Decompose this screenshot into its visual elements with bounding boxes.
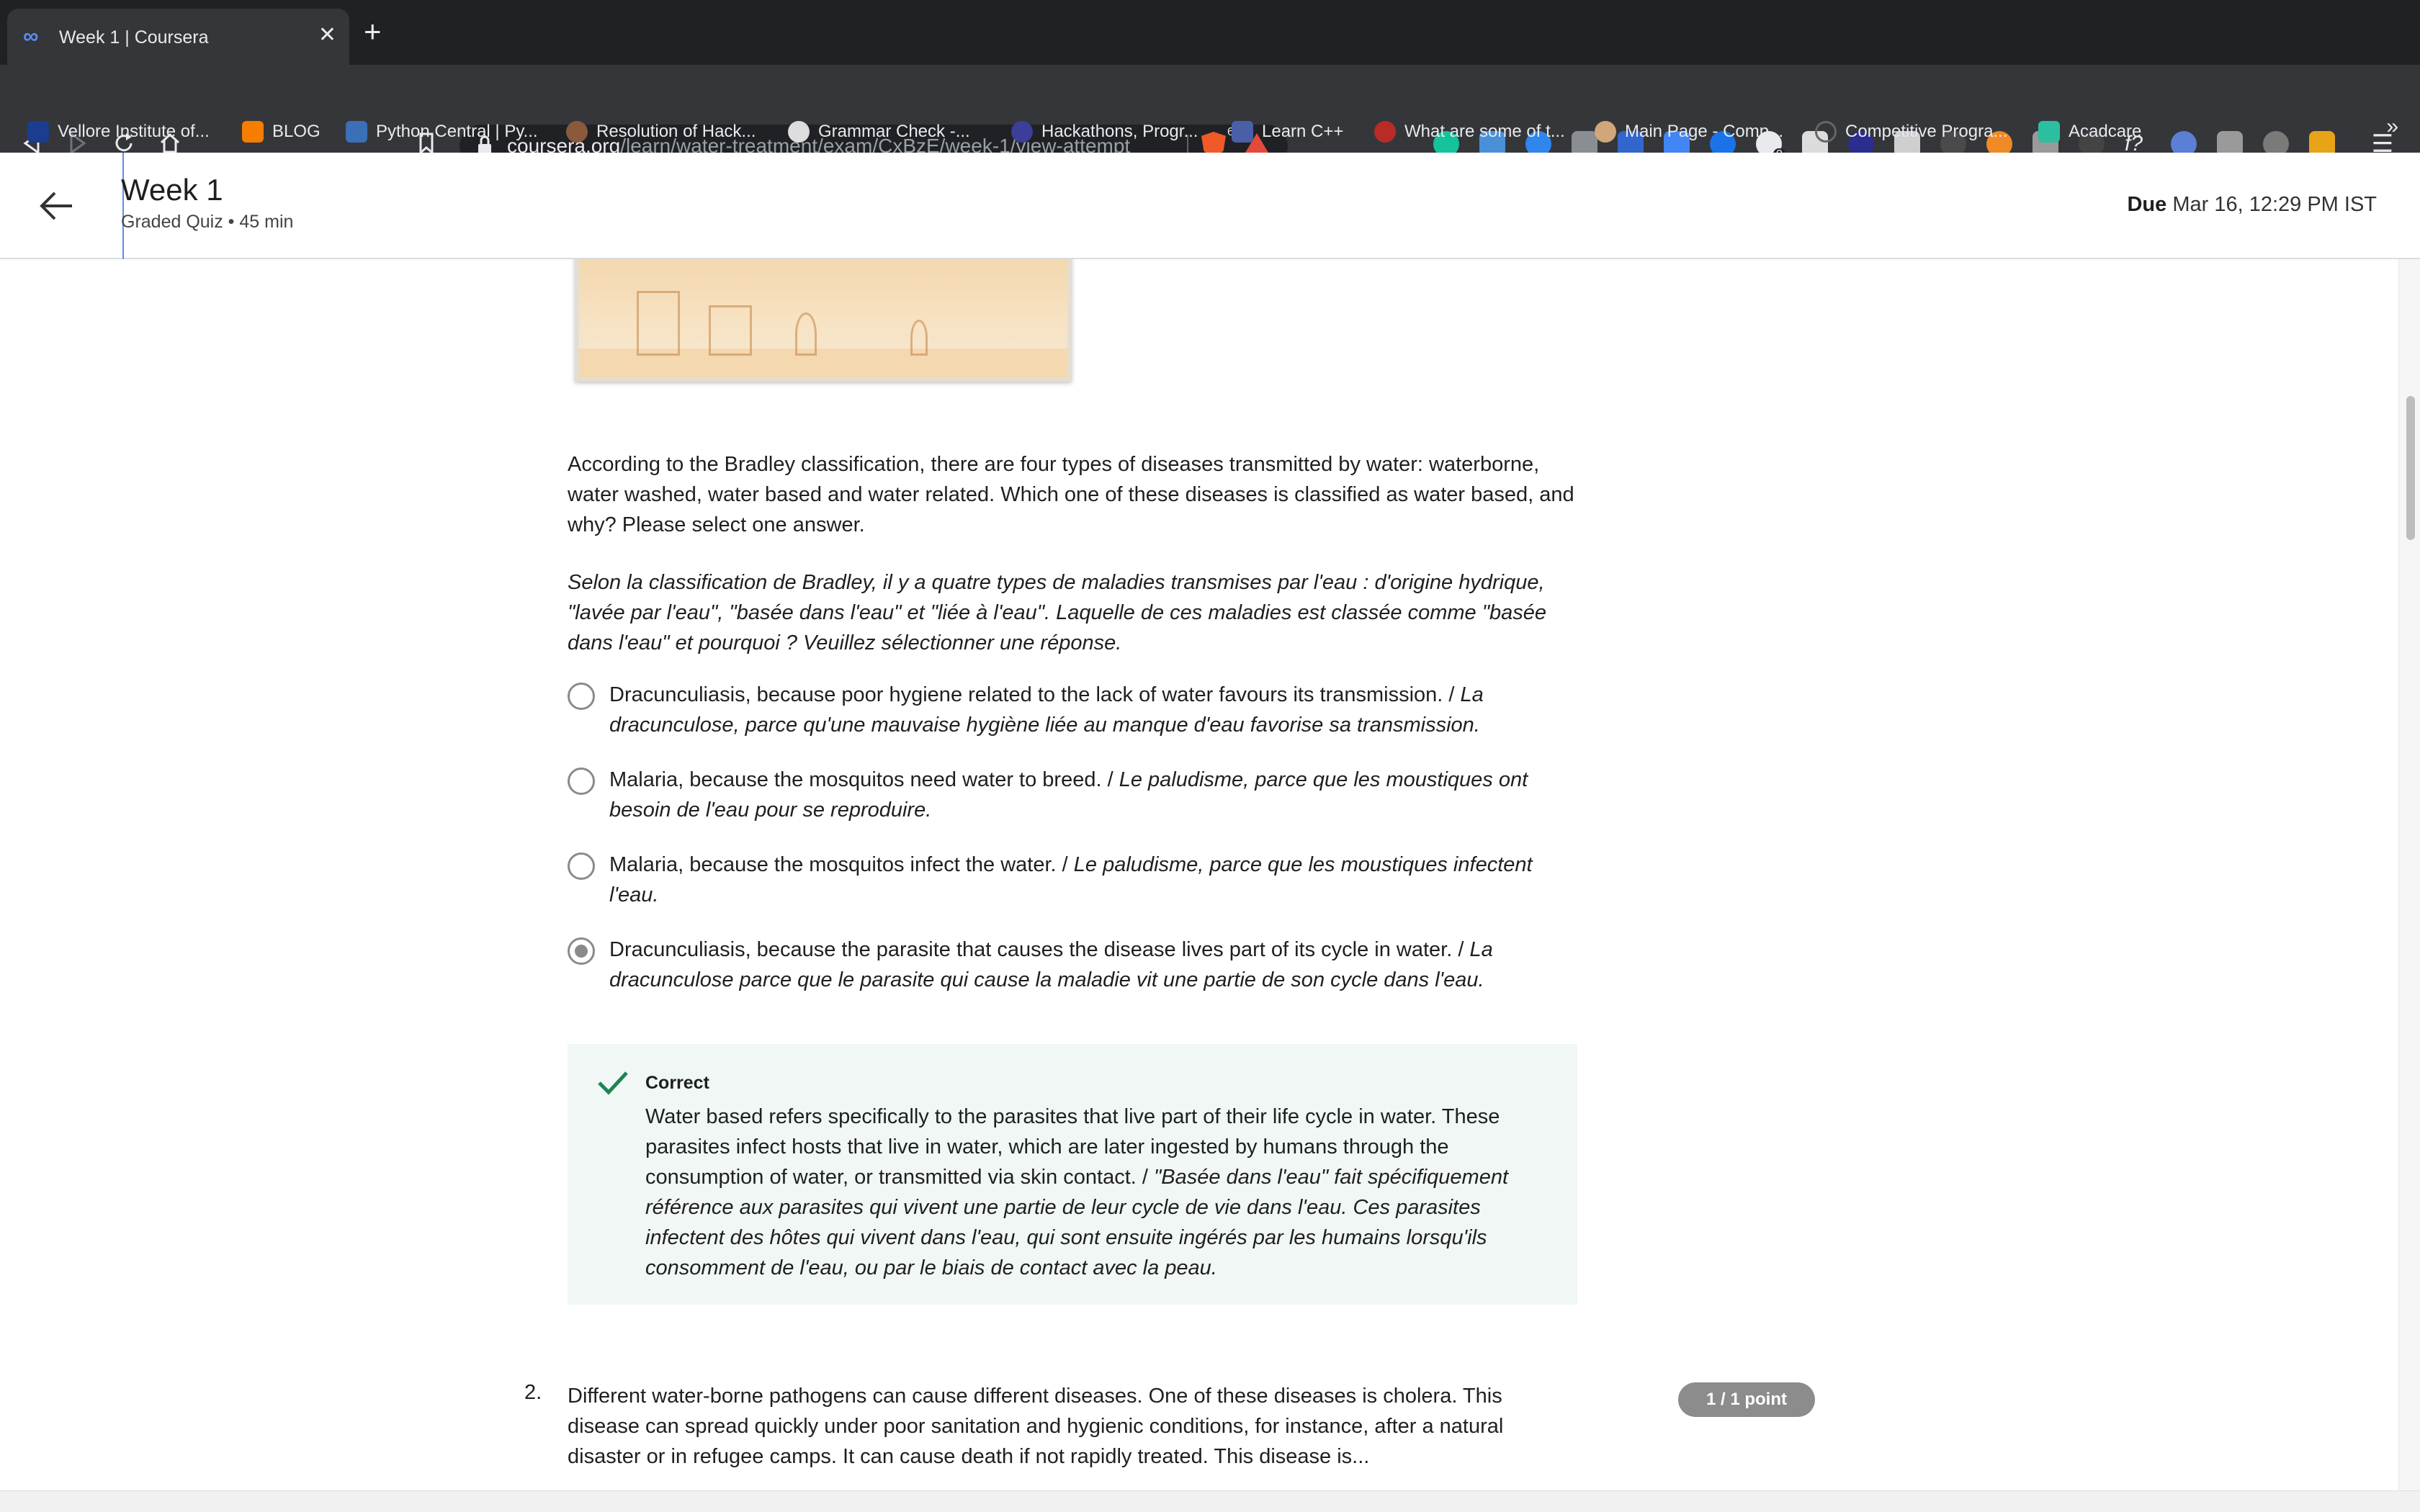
quiz-meta: Graded Quiz • 45 min (121, 212, 294, 232)
bookmark-item[interactable]: BLOG (242, 117, 321, 146)
close-tab-icon[interactable]: ✕ (318, 23, 336, 48)
question-text: According to the Bradley classification,… (568, 453, 1574, 536)
radio-button-selected[interactable] (568, 937, 595, 965)
answer-feedback: Correct Water based refers specifically … (568, 1044, 1577, 1305)
bookmark-item[interactable]: Competitive Progra... (1815, 117, 2007, 146)
checkmark-icon (598, 1071, 628, 1095)
question-text: Different water-borne pathogens can caus… (568, 1385, 1504, 1468)
more-bookmarks-icon[interactable]: » (2386, 114, 2398, 139)
cpp-icon (1232, 121, 1253, 143)
person-icon (566, 121, 588, 143)
browser-tabstrip: ∞ Week 1 | Coursera ✕ + (0, 0, 2420, 65)
radio-button[interactable] (568, 852, 595, 880)
quora-icon (1374, 121, 1396, 143)
points-badge: 1 / 1 point (1678, 1382, 1815, 1417)
page-scrollbar[interactable] (2398, 259, 2420, 1490)
option-label: Dracunculiasis, because poor hygiene rel… (609, 683, 1484, 737)
option-label: Dracunculiasis, because the parasite tha… (609, 938, 1493, 991)
grammar-check-icon (788, 121, 810, 143)
question-text-french: Selon la classification de Bradley, il y… (568, 571, 1547, 654)
question-number: 2. (524, 1381, 542, 1404)
horizontal-scrollbar[interactable] (0, 1490, 2420, 1512)
feedback-text: Water based refers specifically to the p… (645, 1105, 1509, 1279)
back-button[interactable] (0, 153, 124, 261)
bookmark-item[interactable]: Learn C++ (1232, 117, 1343, 146)
bookmark-item[interactable]: What are some of t... (1374, 117, 1565, 146)
radio-button[interactable] (568, 768, 595, 795)
due-date: Due Mar 16, 12:29 PM IST (2127, 193, 2377, 216)
feedback-title: Correct (645, 1073, 709, 1093)
quiz-header: Week 1 Graded Quiz • 45 min Due Mar 16, … (0, 153, 2420, 261)
bookmark-item[interactable]: Python Central | Py... (346, 117, 538, 146)
quiz-content: According to the Bradley classification,… (0, 259, 2398, 1490)
radio-button[interactable] (568, 683, 595, 710)
blogger-icon (242, 121, 264, 143)
option-label: Malaria, because the mosquitos infect th… (609, 853, 1533, 906)
bookmark-item[interactable]: Acadcare (2038, 117, 2141, 146)
coursera-favicon-icon: ∞ (23, 24, 39, 48)
hackathons-icon (1011, 121, 1033, 143)
browser-toolbar: coursera.org/learn/water-treatment/exam/… (0, 65, 2420, 168)
new-tab-icon[interactable]: + (364, 16, 382, 48)
acadcare-icon (2038, 121, 2060, 143)
bookmark-item[interactable]: Main Page - Comp... (1595, 117, 1783, 146)
bookmark-item[interactable]: Vellore Institute of... (27, 117, 210, 146)
page-title: Week 1 (121, 173, 223, 207)
wiki-icon (1595, 121, 1616, 143)
bookmark-item[interactable]: Grammar Check -... (788, 117, 970, 146)
loading-icon (1815, 121, 1837, 143)
bookmark-item[interactable]: Resolution of Hack... (566, 117, 756, 146)
bookmark-item[interactable]: Hackathons, Progr... (1011, 117, 1198, 146)
bookmarks-bar: Vellore Institute of... BLOG Python Cent… (0, 112, 2420, 153)
browser-tab[interactable]: ∞ Week 1 | Coursera ✕ (7, 9, 349, 65)
arrow-left-icon (40, 192, 72, 220)
python-central-icon (346, 121, 367, 143)
scrollbar-thumb[interactable] (2406, 396, 2415, 540)
tab-title: Week 1 | Coursera (59, 27, 209, 48)
question-illustration (575, 259, 1072, 382)
option-label: Malaria, because the mosquitos need wate… (609, 768, 1528, 822)
vit-icon (27, 121, 49, 143)
